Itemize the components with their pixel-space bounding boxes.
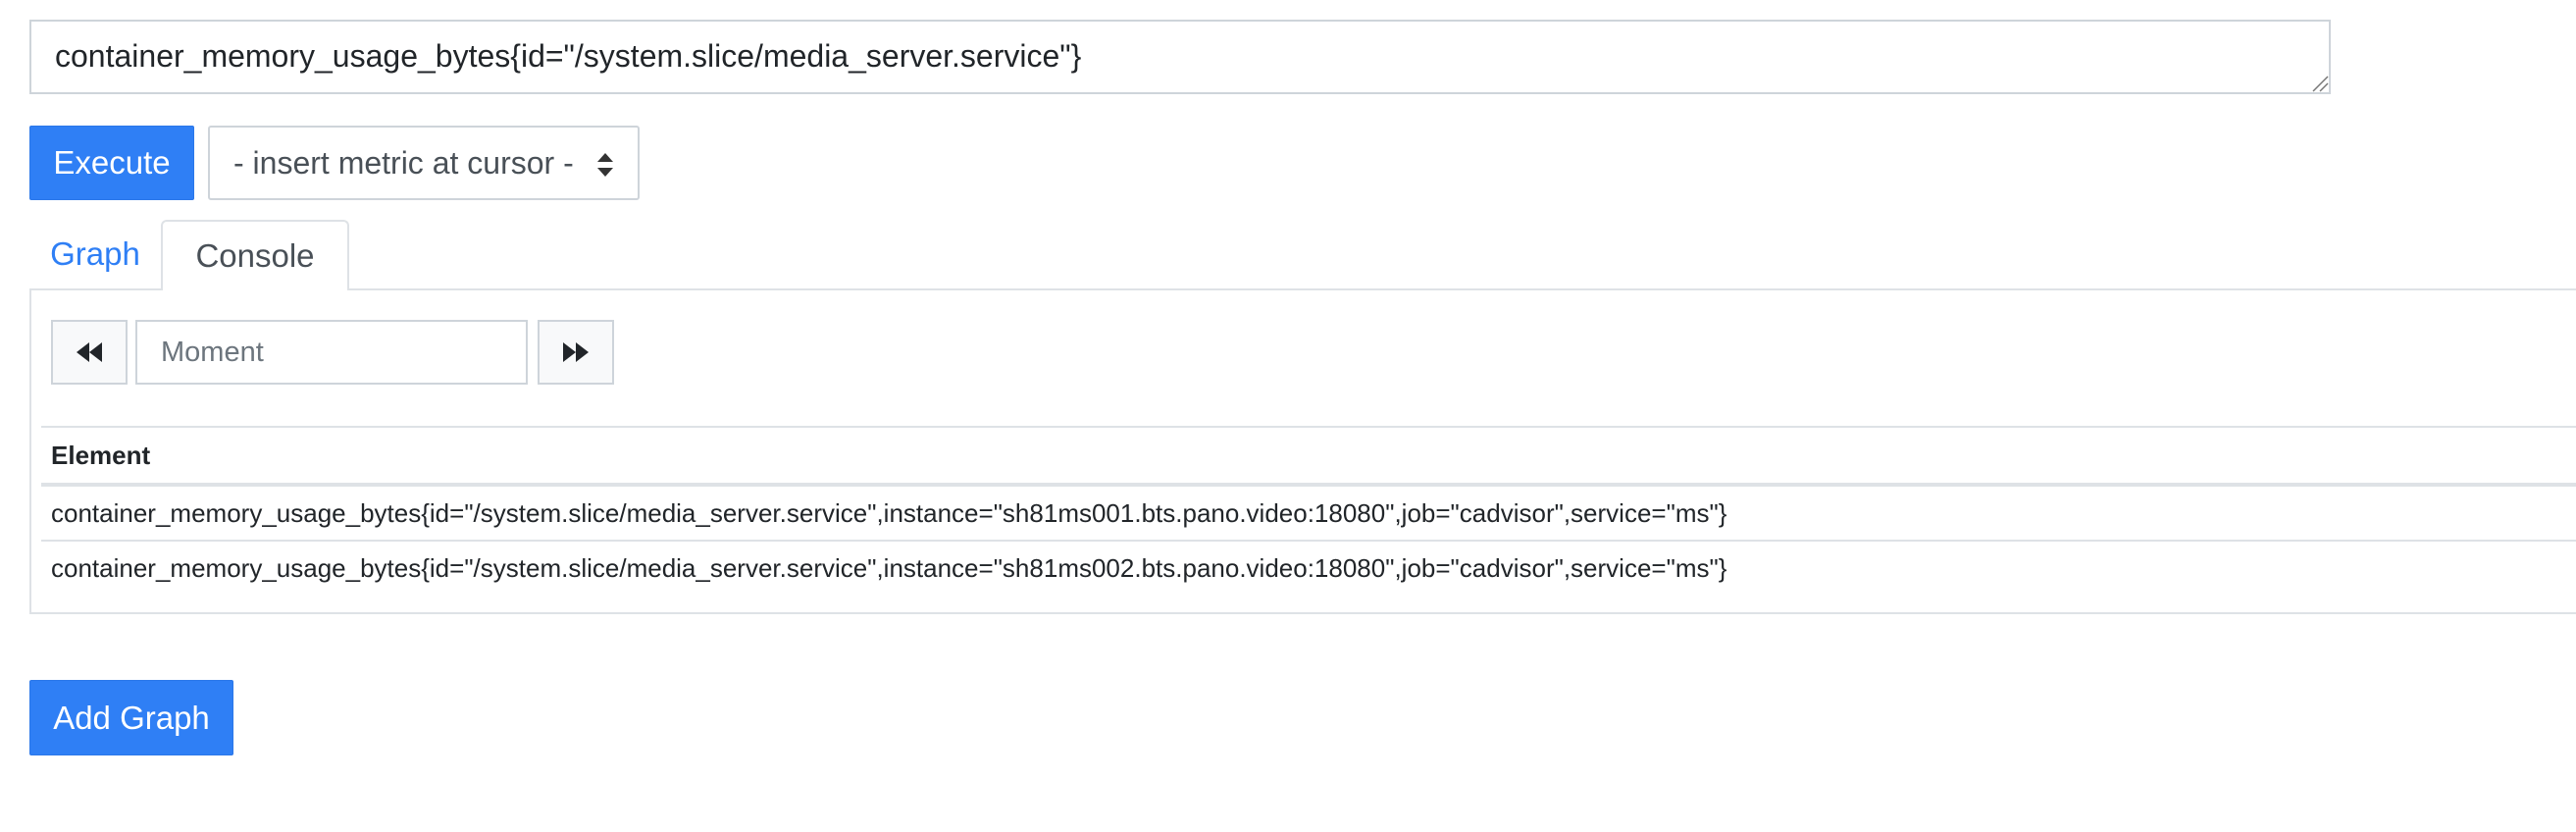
resize-handle-icon[interactable] <box>2311 75 2329 92</box>
console-panel: Element container_memory_usage_bytes{id=… <box>29 288 2576 614</box>
insert-metric-select-label: - insert metric at cursor - <box>233 144 574 181</box>
fast-backward-icon <box>77 342 102 362</box>
execute-button[interactable]: Execute <box>29 126 194 200</box>
table-cell: container_memory_usage_bytes{id="/system… <box>41 485 2576 542</box>
time-back-button[interactable] <box>51 320 128 385</box>
add-graph-button[interactable]: Add Graph <box>29 680 233 755</box>
tab-graph[interactable]: Graph <box>29 220 161 288</box>
table-row: container_memory_usage_bytes{id="/system… <box>41 541 2576 595</box>
fast-forward-icon <box>563 342 589 362</box>
table-cell: container_memory_usage_bytes{id="/system… <box>51 552 1727 583</box>
results-table: Element container_memory_usage_bytes{id=… <box>41 426 2576 595</box>
expression-input[interactable]: container_memory_usage_bytes{id="/system… <box>29 20 2331 94</box>
tab-bar: Graph Console <box>29 220 2576 290</box>
moment-input[interactable] <box>135 320 528 385</box>
insert-metric-select[interactable]: - insert metric at cursor - <box>208 126 640 200</box>
table-header-row: Element <box>41 426 2576 487</box>
time-forward-button[interactable] <box>538 320 614 385</box>
tab-console[interactable]: Console <box>161 220 349 290</box>
table-row: container_memory_usage_bytes{id="/system… <box>41 485 2576 542</box>
select-arrows-icon <box>597 153 613 177</box>
element-column-header: Element <box>41 426 2576 487</box>
